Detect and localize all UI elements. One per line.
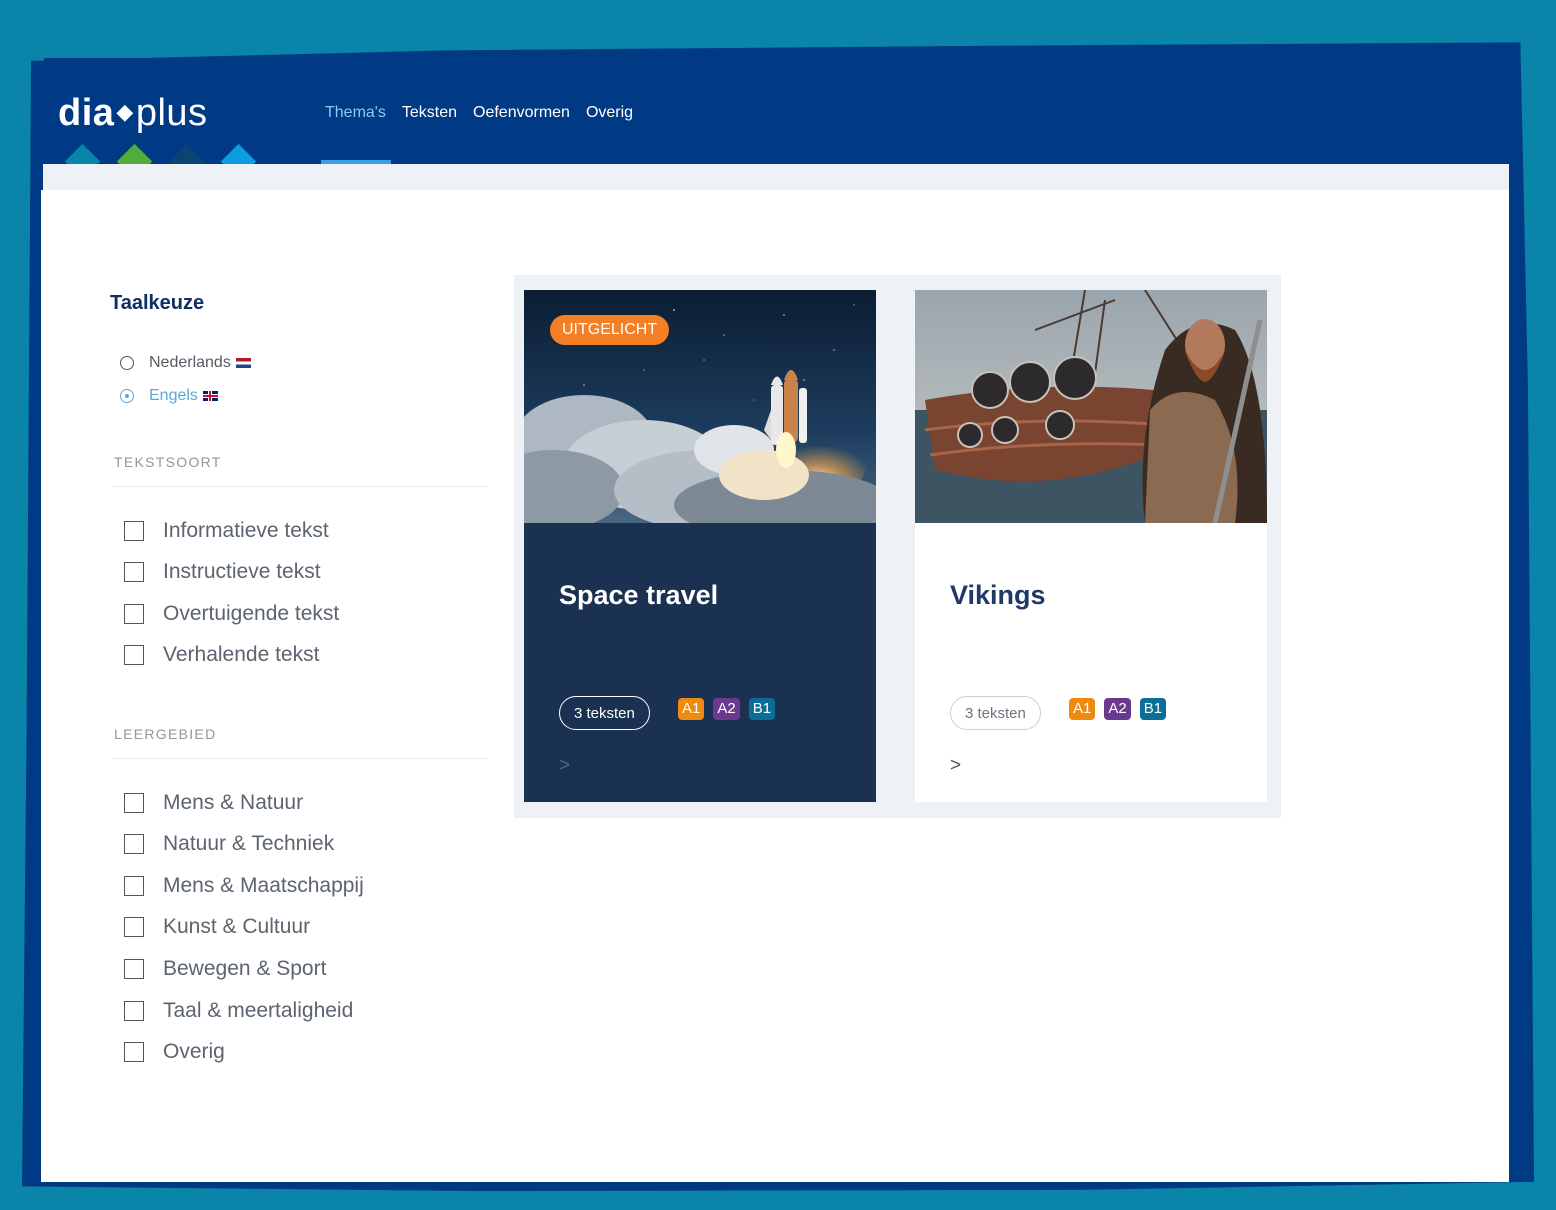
filter-label: Informatieve tekst (163, 519, 329, 542)
language-filter-title: Taalkeuze (110, 292, 205, 314)
level-badge-a2: A2 (1104, 698, 1131, 720)
level-badge-a1: A1 (678, 698, 705, 720)
filter-instructieve-tekst[interactable]: Instructieve tekst (124, 560, 321, 584)
filter-kunst-cultuur[interactable]: Kunst & Cultuur (124, 915, 310, 939)
filter-overig[interactable]: Overig (124, 1040, 225, 1064)
filter-label: Natuur & Techniek (163, 832, 335, 855)
checkbox[interactable] (124, 834, 144, 854)
filter-label: Verhalende tekst (163, 643, 320, 666)
checkbox[interactable] (124, 521, 144, 541)
checkbox[interactable] (124, 959, 144, 979)
checkbox[interactable] (124, 917, 144, 937)
section-divider (112, 758, 488, 759)
checkbox[interactable] (124, 876, 144, 896)
checkbox[interactable] (124, 645, 144, 665)
filter-label: Bewegen & Sport (163, 957, 327, 980)
logo-dot-icon: ◆ (116, 99, 134, 124)
featured-badge: UITGELICHT (550, 315, 670, 345)
language-label: Nederlands (149, 354, 231, 371)
text-type-section-title: TEKSTSOORT (114, 454, 222, 470)
level-badges: A1 A2 B1 (1069, 698, 1167, 720)
logo-plus-text: plus (135, 92, 208, 134)
filter-label: Instructieve tekst (163, 560, 321, 583)
level-badge-b1: B1 (748, 698, 776, 720)
dia-plus-logo[interactable]: dia◆plus (58, 92, 208, 142)
texts-count-pill: 3 teksten (559, 696, 650, 730)
nav-item-overig[interactable]: Overig (586, 104, 633, 122)
top-header (44, 58, 1509, 164)
checkbox[interactable] (124, 562, 144, 582)
level-badge-b1: B1 (1139, 698, 1167, 720)
theme-card-vikings[interactable]: Vikings 3 teksten A1 A2 B1 > (915, 290, 1267, 802)
filter-bewegen-sport[interactable]: Bewegen & Sport (124, 957, 326, 981)
texts-count-pill: 3 teksten (950, 696, 1041, 730)
viking-ship-image (915, 290, 1267, 523)
nav-item-teksten[interactable]: Teksten (402, 104, 457, 122)
language-option-engels[interactable]: Engels (120, 387, 218, 405)
radio-button[interactable] (120, 356, 134, 370)
card-arrow-icon[interactable]: > (559, 755, 570, 777)
checkbox[interactable] (124, 793, 144, 813)
radio-button-selected[interactable] (120, 389, 134, 403)
filter-label: Kunst & Cultuur (163, 915, 311, 938)
card-title[interactable]: Space travel (559, 580, 718, 611)
card-title[interactable]: Vikings (950, 580, 1046, 611)
subject-section-title: LEERGEBIED (114, 726, 217, 742)
filter-natuur-techniek[interactable]: Natuur & Techniek (124, 832, 334, 856)
section-divider (112, 486, 488, 487)
filter-overtuigende-tekst[interactable]: Overtuigende tekst (124, 602, 339, 626)
checkbox[interactable] (124, 1001, 144, 1021)
nav-item-oefenvormen[interactable]: Oefenvormen (473, 104, 570, 122)
netherlands-flag-icon (235, 358, 251, 368)
theme-card-space-travel[interactable]: UITGELICHT Space travel 3 teksten A1 A2 … (524, 290, 876, 802)
filter-label: Overtuigende tekst (163, 602, 340, 625)
filter-taal-meertaligheid[interactable]: Taal & meertaligheid (124, 999, 353, 1023)
filter-mens-maatschappij[interactable]: Mens & Maatschappij (124, 874, 364, 898)
filter-label: Mens & Natuur (163, 791, 304, 814)
card-arrow-icon[interactable]: > (950, 755, 961, 777)
logo-dia-text: dia (58, 92, 115, 134)
level-badge-a2: A2 (713, 698, 740, 720)
sub-header-bar (43, 164, 1509, 190)
level-badge-a1: A1 (1069, 698, 1096, 720)
nav-item-themas[interactable]: Thema's (325, 104, 386, 122)
checkbox[interactable] (124, 1042, 144, 1062)
language-option-nederlands[interactable]: Nederlands (120, 354, 251, 372)
filter-informatieve-tekst[interactable]: Informatieve tekst (124, 519, 329, 543)
filter-verhalende-tekst[interactable]: Verhalende tekst (124, 643, 319, 667)
filter-mens-natuur[interactable]: Mens & Natuur (124, 791, 303, 815)
filter-label: Overig (163, 1040, 225, 1063)
filter-label: Mens & Maatschappij (163, 874, 364, 897)
uk-flag-icon (202, 391, 218, 401)
language-label: Engels (149, 387, 198, 404)
checkbox[interactable] (124, 604, 144, 624)
main-nav: Thema's Teksten Oefenvormen Overig (325, 104, 633, 122)
filter-label: Taal & meertaligheid (163, 999, 354, 1022)
space-shuttle-image: UITGELICHT (524, 290, 876, 523)
level-badges: A1 A2 B1 (678, 698, 776, 720)
